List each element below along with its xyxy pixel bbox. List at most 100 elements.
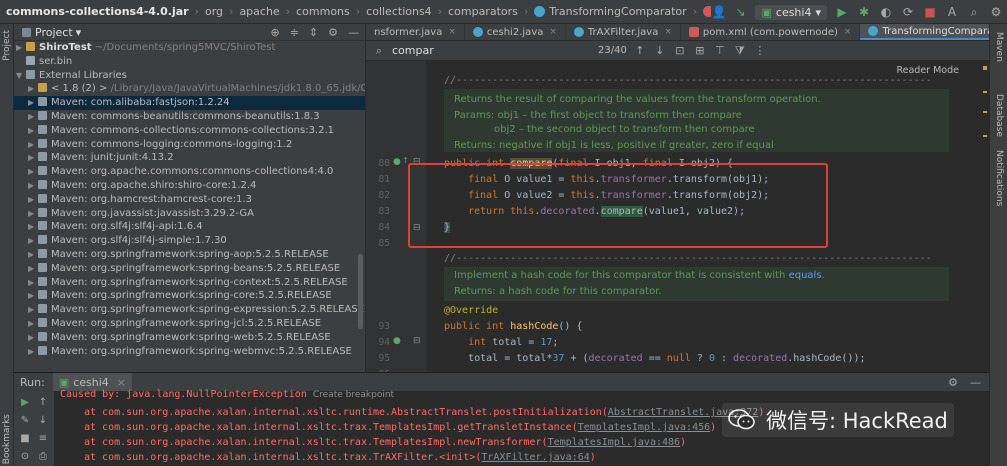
editor-tab[interactable]: TrAXFilter.java × xyxy=(566,24,681,40)
source-link[interactable]: TrAXFilter.java:64 xyxy=(481,452,589,463)
build-hammer-icon[interactable]: ↘ xyxy=(733,5,747,19)
gear-icon[interactable]: ⚙ xyxy=(328,26,338,39)
search-everywhere-icon[interactable]: ⌕ xyxy=(967,5,981,20)
breadcrumb-class[interactable]: TransformingComparator xyxy=(534,5,687,18)
maven-tool-tab[interactable]: Maven xyxy=(994,32,1004,62)
select-all-occurrences-icon[interactable]: ⊡ xyxy=(673,44,687,57)
run-config-selector[interactable]: ▣ ceshi4 ▾ xyxy=(755,4,827,20)
fold-icon[interactable]: ⊟ xyxy=(413,336,421,346)
tree-library-item[interactable]: ▶ Maven: commons-beanutils:commons-beanut… xyxy=(14,110,365,124)
soft-wrap-icon[interactable]: ≡ xyxy=(36,433,50,444)
editor-tab[interactable]: ceshi2.java × xyxy=(465,24,566,40)
tree-external-libraries[interactable]: ▼ External Libraries xyxy=(14,69,365,83)
editor-tab[interactable]: pom.xml (com.powernode) × xyxy=(681,24,861,40)
console-line-partial: Caused by: java.lang.NullPointerExceptio… xyxy=(60,389,395,400)
tree-item-ser-bin[interactable]: ser.bin xyxy=(14,55,365,69)
tree-library-item[interactable]: ▶ Maven: org.springframework:spring-web:5… xyxy=(14,331,365,345)
previous-match-icon[interactable]: ↑ xyxy=(633,44,647,57)
tree-library-item[interactable]: ▶ Maven: org.springframework:spring-aop:5… xyxy=(14,248,365,262)
editor-tab[interactable]: nsformer.java × xyxy=(366,24,465,40)
tree-library-item[interactable]: ▶ Maven: com.alibaba:fastjson:1.2.24 xyxy=(14,96,365,110)
camera-icon[interactable]: ⊙ xyxy=(18,451,32,462)
breadcrumb-comparators[interactable]: comparators xyxy=(448,5,518,18)
project-panel-title[interactable]: Project xyxy=(35,26,73,39)
tree-library-item[interactable]: ▶ Maven: junit:junit:4.13.2 xyxy=(14,151,365,165)
stack-trace-line: at com.sun.org.apache.xalan.internal.xsl… xyxy=(84,437,687,448)
settings-icon[interactable]: ⚙ xyxy=(989,5,1003,19)
bookmarks-tool-tab[interactable]: Bookmarks xyxy=(2,414,12,464)
print-icon[interactable]: ⎙ xyxy=(36,451,50,462)
debug-icon[interactable]: ✱ xyxy=(857,5,871,19)
breadcrumb-collections4[interactable]: collections4 xyxy=(366,5,432,18)
stop-icon[interactable]: ■ xyxy=(18,433,32,444)
wrench-icon[interactable]: ✎ xyxy=(18,415,32,426)
close-tab-icon[interactable]: × xyxy=(549,27,557,37)
tree-library-item[interactable]: ▶ Maven: org.apache.shiro:shiro-core:1.2.… xyxy=(14,179,365,193)
next-match-icon[interactable]: ↓ xyxy=(653,44,667,57)
profile-icon[interactable]: ⟳ xyxy=(901,5,915,19)
hide-icon[interactable]: — xyxy=(348,26,359,39)
tree-library-item[interactable]: ▶ Maven: commons-logging:commons-logging:… xyxy=(14,138,365,152)
filter-icon[interactable]: ⊤ xyxy=(713,44,727,57)
tree-library-item[interactable]: ▶ Maven: commons-collections:commons-coll… xyxy=(14,124,365,138)
scroll-down-icon[interactable]: ↓ xyxy=(36,415,50,426)
rerun-icon[interactable]: ▶ xyxy=(18,397,32,408)
tree-library-item[interactable]: ▶ Maven: org.slf4j:slf4j-simple:1.7.30 xyxy=(14,234,365,248)
close-tab-icon[interactable]: × xyxy=(844,27,852,37)
translate-icon[interactable]: A xyxy=(945,5,959,19)
close-tab-icon[interactable]: × xyxy=(448,27,456,37)
notifications-tool-tab[interactable]: Notifications xyxy=(994,150,1004,206)
source-link[interactable]: TemplatesImpl.java:486 xyxy=(548,437,680,448)
breadcrumb-commons[interactable]: commons xyxy=(296,5,350,18)
chevron-right-icon: ▶ xyxy=(28,153,35,163)
project-tool-tab[interactable]: Project xyxy=(2,30,12,61)
tree-library-item[interactable]: ▶ Maven: org.apache.commons:commons-colle… xyxy=(14,165,365,179)
add-selection-icon[interactable]: ⊞ xyxy=(693,44,707,57)
project-scrollbar[interactable] xyxy=(358,254,363,329)
tree-library-item[interactable]: ▶ Maven: org.springframework:spring-core:… xyxy=(14,289,365,303)
breadcrumb-apache[interactable]: apache xyxy=(239,5,279,18)
chevron-down-icon[interactable]: ▾ xyxy=(76,26,82,39)
implements-marker-icon[interactable]: ● xyxy=(393,157,401,167)
project-panel: Project ▾ ⊕ ≑ ⇕ ⚙ — ▶ ShiroTest ~/Documen… xyxy=(14,24,366,372)
user-icon[interactable]: 👤 xyxy=(711,5,726,19)
tree-library-item[interactable]: ▶ Maven: org.springframework:spring-beans… xyxy=(14,262,365,276)
breadcrumb-org[interactable]: org xyxy=(205,5,223,18)
equals-link[interactable]: equals xyxy=(789,270,822,281)
scroll-up-icon[interactable]: ↑ xyxy=(36,397,50,408)
breadcrumb-jar[interactable]: commons-collections4-4.0.jar xyxy=(6,5,189,18)
tree-library-item[interactable]: ▶ Maven: org.springframework:spring-webmv… xyxy=(14,345,365,359)
filter-icon[interactable]: ⧩ xyxy=(733,44,747,58)
run-label: Run: xyxy=(20,375,45,389)
editor-tab[interactable]: TransformingComparator.java× xyxy=(860,24,989,40)
stop-icon[interactable]: ■ xyxy=(923,5,937,19)
tree-library-item[interactable]: ▶ Maven: org.springframework:spring-jcl:5… xyxy=(14,317,365,331)
create-breakpoint-link[interactable]: Create breakpoint xyxy=(313,390,394,400)
warning-marker-icon[interactable] xyxy=(983,66,987,70)
run-icon[interactable]: ▶ xyxy=(835,5,849,19)
coverage-icon[interactable]: ◐ xyxy=(879,5,893,19)
comment-rule: //--------------------------------------… xyxy=(444,75,932,86)
tree-library-item[interactable]: ▶ Maven: org.javassist:javassist:3.29.2-G… xyxy=(14,207,365,221)
tree-library-item[interactable]: ▶ Maven: org.springframework:spring-expre… xyxy=(14,303,365,317)
override-marker-icon[interactable]: ● xyxy=(393,336,401,346)
locate-icon[interactable]: ⊕ xyxy=(270,26,279,39)
close-tab-icon[interactable]: × xyxy=(664,27,672,37)
tree-jdk[interactable]: ▶ < 1.8 (2) > /Library/Java/JavaVirtualMa… xyxy=(14,82,365,96)
hide-icon[interactable]: — xyxy=(970,376,981,389)
tree-library-item[interactable]: ▶ Maven: org.hamcrest:hamcrest-core:1.3 xyxy=(14,193,365,207)
tree-library-item[interactable]: ▶ Maven: org.slf4j:slf4j-api:1.6.4 xyxy=(14,220,365,234)
search-input[interactable] xyxy=(392,44,572,57)
tree-library-item[interactable]: ▶ Maven: org.springframework:spring-conte… xyxy=(14,276,365,290)
collapse-all-icon[interactable]: ≑ xyxy=(290,26,299,39)
more-options-icon[interactable]: ⋮ xyxy=(753,44,767,57)
code-editor[interactable]: 80 ● ↑ 81 82 83 84 85 93 94 ● 95 96 ⊟ ⊟ … xyxy=(366,61,989,372)
source-link[interactable]: TemplatesImpl.java:456 xyxy=(578,422,710,433)
editor-scrollbar[interactable] xyxy=(981,61,989,372)
expand-icon[interactable]: ⇕ xyxy=(309,26,318,39)
editor-tabs: nsformer.java × ceshi2.java × TrAXFilter.jav… xyxy=(366,24,989,41)
gear-icon[interactable]: ⚙ xyxy=(948,376,958,389)
database-tool-tab[interactable]: Database xyxy=(994,94,1004,137)
close-icon[interactable]: × xyxy=(117,376,126,389)
tree-root[interactable]: ▶ ShiroTest ~/Documents/spring5MVC/ShiroT… xyxy=(14,41,365,55)
